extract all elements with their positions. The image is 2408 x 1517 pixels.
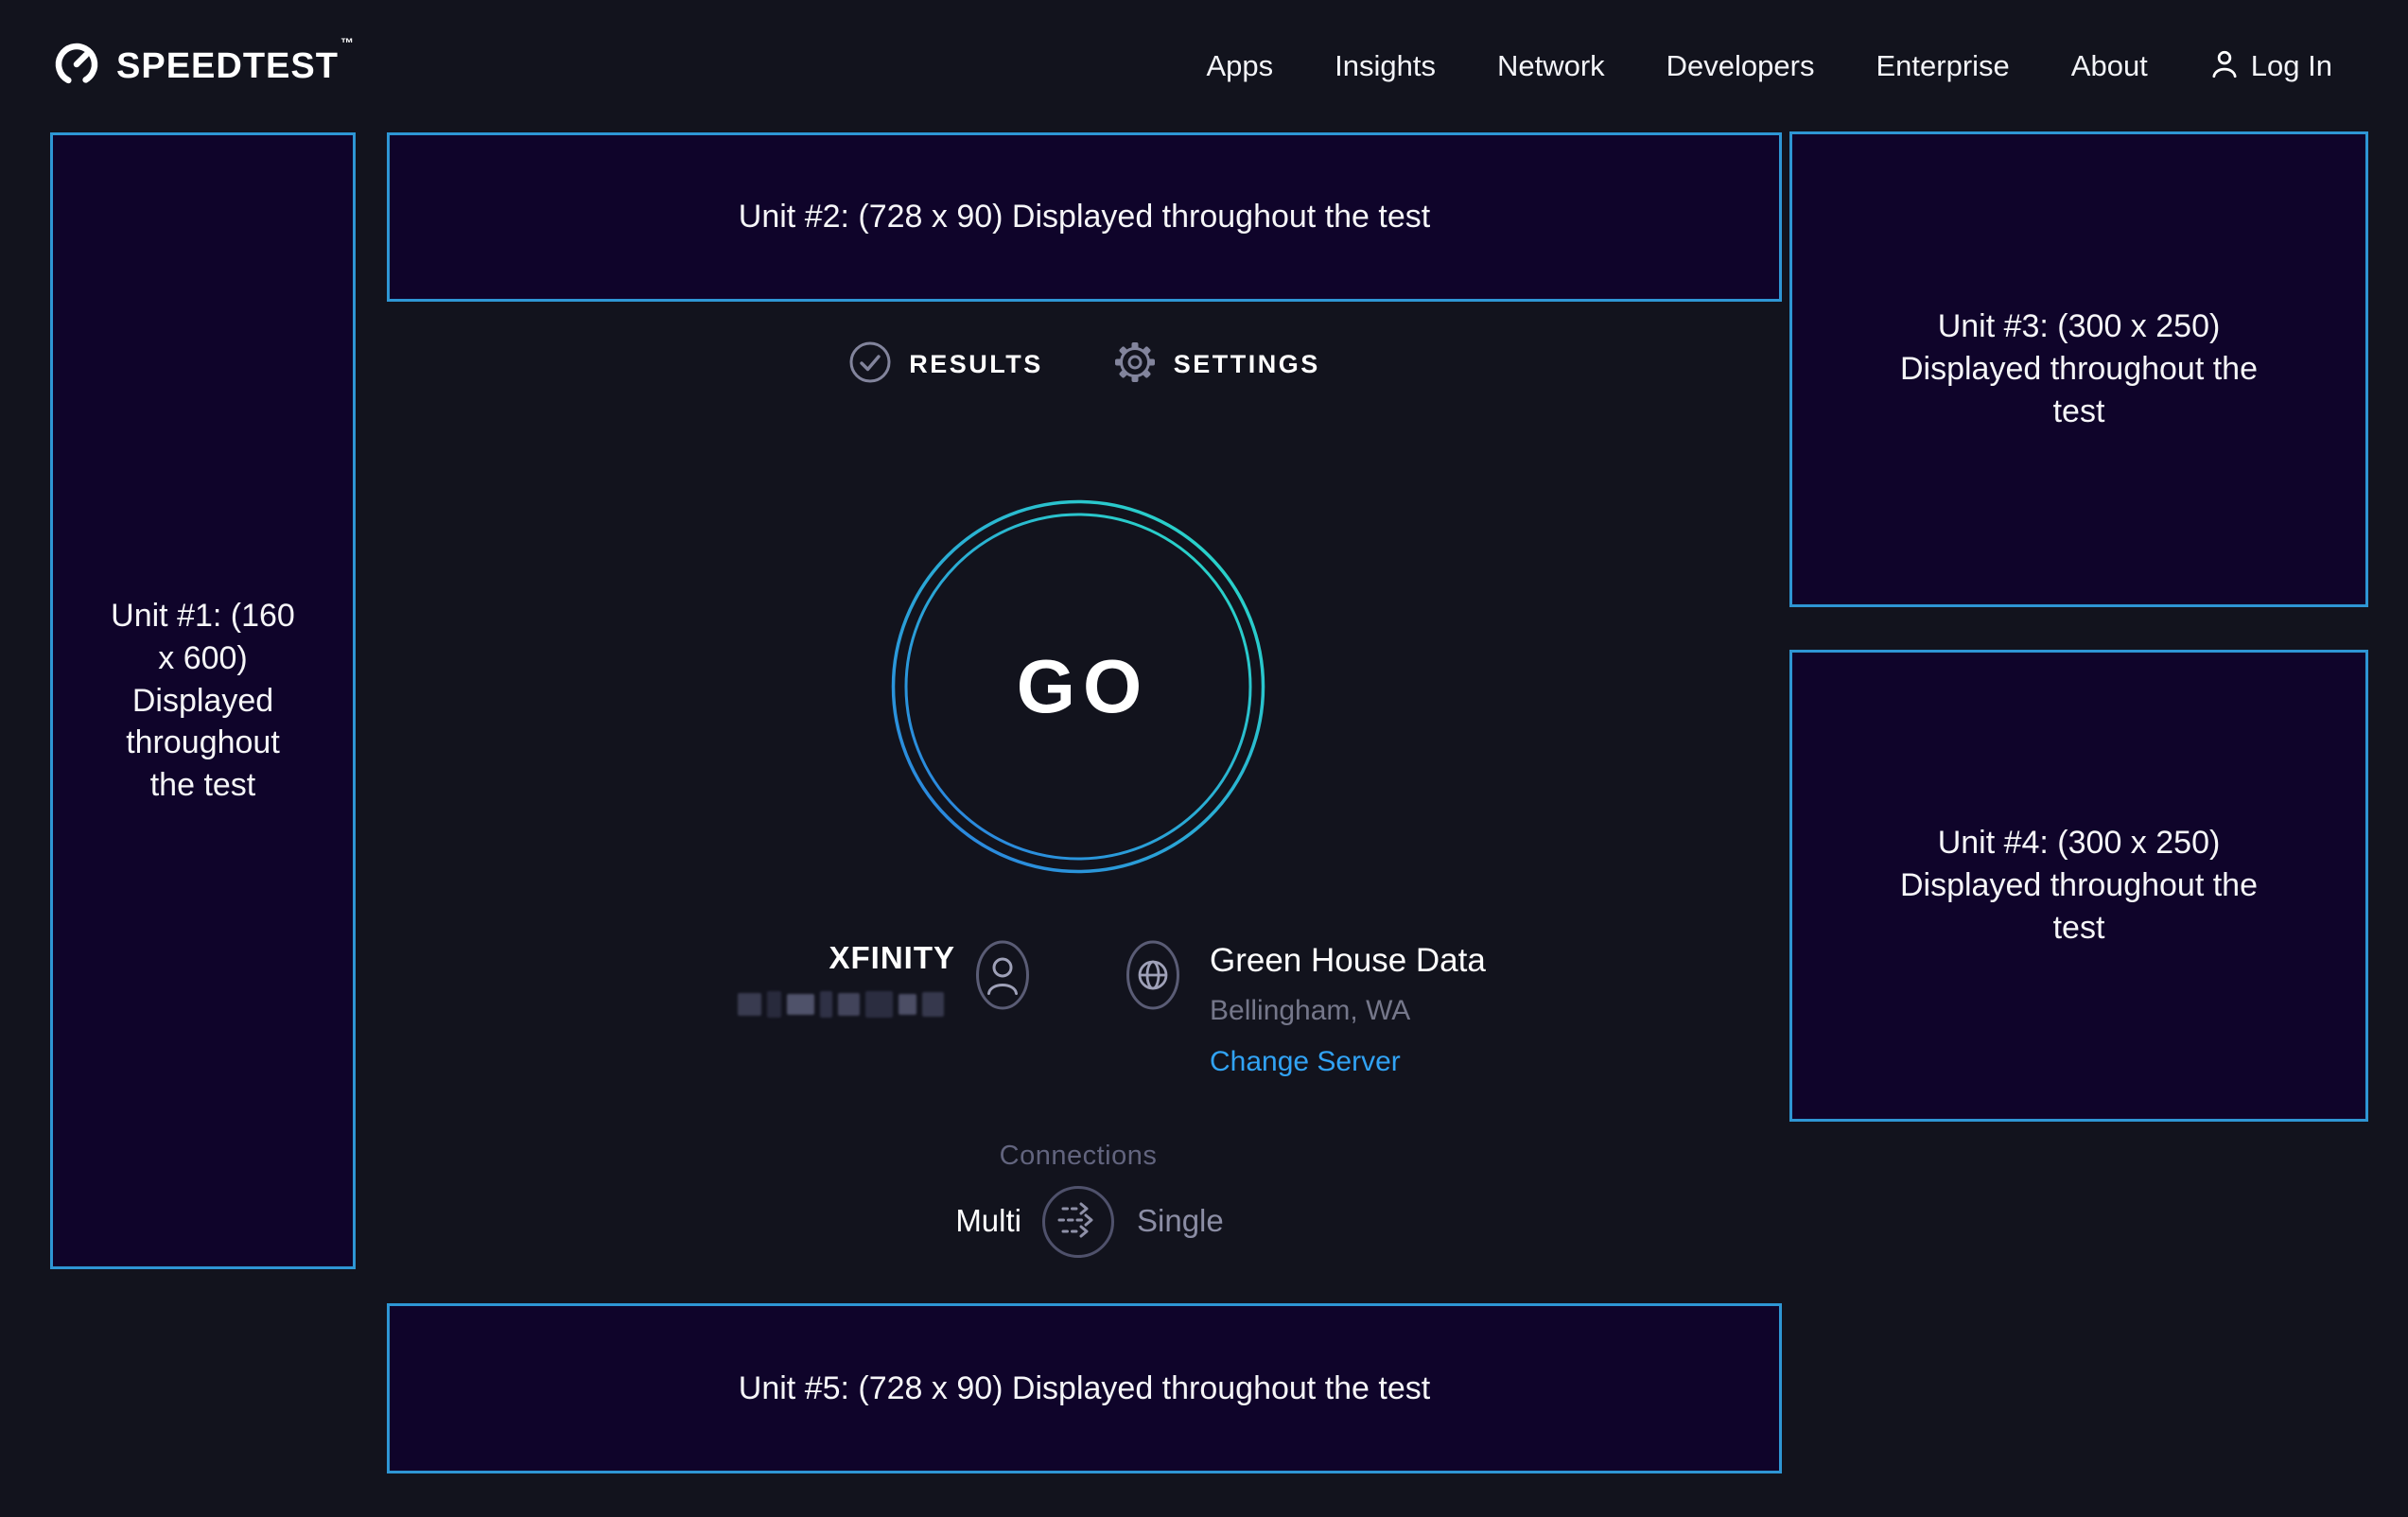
redacted-ip-address (738, 989, 944, 1020)
nav-item-insights[interactable]: Insights (1335, 49, 1436, 83)
nav-item-enterprise[interactable]: Enterprise (1876, 49, 2009, 83)
ad-unit-1-text: Unit #1: (160 x 600) Displayed throughou… (103, 595, 304, 807)
trademark-symbol: ™ (340, 35, 355, 50)
multi-connections-arrows-icon (1056, 1199, 1100, 1246)
tab-results[interactable]: RESULTS (848, 340, 1043, 389)
connections-title: Connections (889, 1141, 1267, 1172)
speedtest-page: { "brand": { "name": "SPEEDTEST", "mark"… (0, 0, 2408, 1517)
user-icon (2209, 48, 2240, 85)
server-name: Green House Data (1210, 942, 1486, 980)
tab-settings[interactable]: SETTINGS (1113, 340, 1320, 389)
speedtest-logo[interactable]: SPEEDTEST™ (52, 40, 353, 94)
check-circle-icon (848, 340, 892, 389)
ad-unit-2-text: Unit #2: (728 x 90) Displayed throughout… (739, 196, 1430, 238)
login-button[interactable]: Log In (2209, 48, 2332, 85)
isp-user-icon[interactable] (975, 939, 1030, 1011)
tab-results-label: RESULTS (909, 350, 1043, 379)
ad-unit-2-leaderboard[interactable]: Unit #2: (728 x 90) Displayed throughout… (387, 132, 1782, 302)
connections-single-option[interactable]: Single (1137, 1203, 1224, 1239)
nav-links: Apps Insights Network Developers Enterpr… (1206, 48, 2332, 85)
tab-settings-label: SETTINGS (1174, 350, 1320, 379)
speedometer-icon (52, 40, 101, 94)
server-location: Bellingham, WA (1210, 995, 1410, 1027)
ad-unit-5-leaderboard[interactable]: Unit #5: (728 x 90) Displayed throughout… (387, 1303, 1782, 1473)
go-button[interactable]: GO (890, 498, 1266, 875)
nav-item-about[interactable]: About (2071, 49, 2148, 83)
connections-multi-option[interactable]: Multi (813, 1203, 1021, 1239)
ad-unit-4-rectangle[interactable]: Unit #4: (300 x 250) Displayed throughou… (1789, 650, 2368, 1122)
login-label: Log In (2251, 49, 2332, 83)
top-nav: SPEEDTEST™ Apps Insights Network Develop… (0, 0, 2408, 132)
isp-name: XFINITY (662, 940, 955, 976)
change-server-link[interactable]: Change Server (1210, 1046, 1401, 1078)
connections-toggle[interactable] (1042, 1186, 1114, 1258)
ad-unit-1-skyscraper[interactable]: Unit #1: (160 x 600) Displayed throughou… (50, 132, 356, 1269)
brand-name: SPEEDTEST™ (116, 46, 353, 87)
ad-unit-3-rectangle[interactable]: Unit #3: (300 x 250) Displayed throughou… (1789, 131, 2368, 607)
nav-item-developers[interactable]: Developers (1666, 49, 1815, 83)
globe-icon (1125, 939, 1180, 1011)
go-button-label: GO (890, 498, 1266, 875)
results-settings-tabs: RESULTS SETTINGS (387, 335, 1782, 393)
nav-item-apps[interactable]: Apps (1206, 49, 1273, 83)
ad-unit-4-text: Unit #4: (300 x 250) Displayed throughou… (1893, 822, 2264, 950)
nav-item-network[interactable]: Network (1497, 49, 1605, 83)
ad-unit-3-text: Unit #3: (300 x 250) Displayed throughou… (1893, 305, 2264, 433)
ad-unit-5-text: Unit #5: (728 x 90) Displayed throughout… (739, 1368, 1430, 1410)
gear-icon (1113, 340, 1157, 389)
